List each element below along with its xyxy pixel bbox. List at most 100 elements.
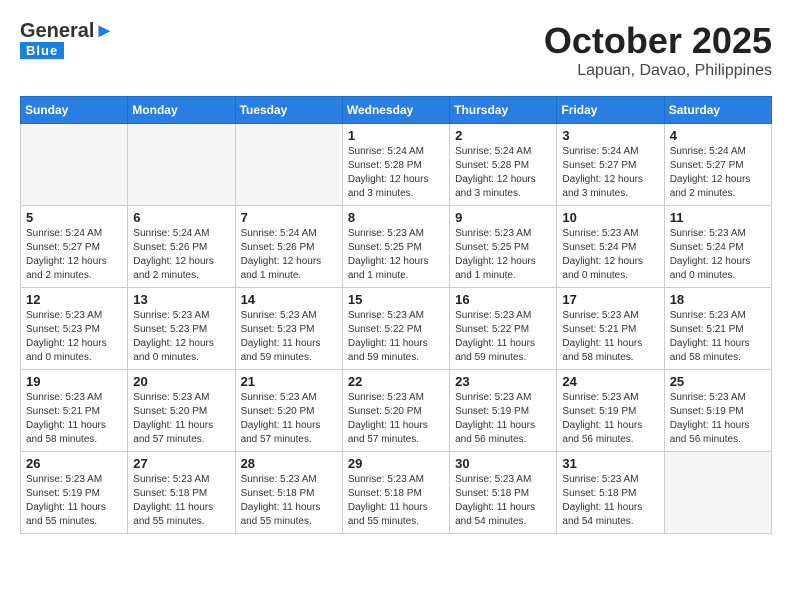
calendar-cell: 24 Sunrise: 5:23 AM Sunset: 5:19 PM Dayli… xyxy=(557,370,664,452)
calendar-cell: 21Sunrise: 5:23 AM Sunset: 5:20 PM Dayli… xyxy=(235,370,342,452)
day-info: Sunrise: 5:23 AM Sunset: 5:20 PM Dayligh… xyxy=(348,391,444,447)
day-info: Sunrise: 5:23 AM Sunset: 5:23 PM Dayligh… xyxy=(26,309,122,365)
day-info: Sunrise: 5:23 AM Sunset: 5:18 PM Dayligh… xyxy=(455,473,551,529)
calendar-cell xyxy=(21,124,128,206)
day-number: 10 xyxy=(562,210,658,225)
page-header: General► Blue October 2025 Lapuan, Davao… xyxy=(20,20,772,80)
calendar-week-2: 12 Sunrise: 5:23 AM Sunset: 5:23 PM Dayli… xyxy=(21,288,772,370)
day-info: Sunrise: 5:23 AM Sunset: 5:23 PM Dayligh… xyxy=(241,309,337,365)
calendar-cell: 20 Sunrise: 5:23 AM Sunset: 5:20 PM Dayli… xyxy=(128,370,235,452)
day-info: Sunrise: 5:24 AM Sunset: 5:27 PM Dayligh… xyxy=(26,227,122,283)
day-number: 1 xyxy=(348,128,444,143)
day-info: Sunrise: 5:24 AM Sunset: 5:26 PM Dayligh… xyxy=(241,227,337,283)
day-info: Sunrise: 5:24 AM Sunset: 5:26 PM Dayligh… xyxy=(133,227,229,283)
calendar-cell: 17Sunrise: 5:23 AM Sunset: 5:21 PM Dayli… xyxy=(557,288,664,370)
day-number: 18 xyxy=(670,292,766,307)
day-number: 5 xyxy=(26,210,122,225)
day-info: Sunrise: 5:23 AM Sunset: 5:19 PM Dayligh… xyxy=(670,391,766,447)
logo-blue-label: Blue xyxy=(20,42,64,59)
day-number: 30 xyxy=(455,456,551,471)
day-number: 11 xyxy=(670,210,766,225)
calendar-cell: 26 Sunrise: 5:23 AM Sunset: 5:19 PM Dayli… xyxy=(21,452,128,534)
day-info: Sunrise: 5:23 AM Sunset: 5:21 PM Dayligh… xyxy=(562,309,658,365)
day-number: 21 xyxy=(241,374,337,389)
calendar-cell: 13Sunrise: 5:23 AM Sunset: 5:23 PM Dayli… xyxy=(128,288,235,370)
day-info: Sunrise: 5:23 AM Sunset: 5:25 PM Dayligh… xyxy=(455,227,551,283)
calendar-body: 1 Sunrise: 5:24 AM Sunset: 5:28 PM Daylig… xyxy=(21,124,772,534)
calendar-cell: 12 Sunrise: 5:23 AM Sunset: 5:23 PM Dayli… xyxy=(21,288,128,370)
day-number: 19 xyxy=(26,374,122,389)
day-number: 16 xyxy=(455,292,551,307)
day-number: 2 xyxy=(455,128,551,143)
day-info: Sunrise: 5:23 AM Sunset: 5:19 PM Dayligh… xyxy=(562,391,658,447)
day-number: 13 xyxy=(133,292,229,307)
calendar-cell: 5 Sunrise: 5:24 AM Sunset: 5:27 PM Daylig… xyxy=(21,206,128,288)
logo-bird-shape: ► xyxy=(94,20,114,42)
calendar-cell: 2 Sunrise: 5:24 AM Sunset: 5:28 PM Daylig… xyxy=(450,124,557,206)
weekday-header-friday: Friday xyxy=(557,97,664,124)
title-area: October 2025 Lapuan, Davao, Philippines xyxy=(544,20,772,80)
calendar-cell: 19 Sunrise: 5:23 AM Sunset: 5:21 PM Dayli… xyxy=(21,370,128,452)
day-info: Sunrise: 5:23 AM Sunset: 5:18 PM Dayligh… xyxy=(562,473,658,529)
logo-general-text: General► xyxy=(20,20,114,42)
calendar-cell: 15Sunrise: 5:23 AM Sunset: 5:22 PM Dayli… xyxy=(342,288,449,370)
calendar-cell: 11 Sunrise: 5:23 AM Sunset: 5:24 PM Dayli… xyxy=(664,206,771,288)
calendar-cell: 9 Sunrise: 5:23 AM Sunset: 5:25 PM Daylig… xyxy=(450,206,557,288)
calendar-cell xyxy=(664,452,771,534)
day-number: 23 xyxy=(455,374,551,389)
day-info: Sunrise: 5:24 AM Sunset: 5:28 PM Dayligh… xyxy=(455,145,551,201)
day-info: Sunrise: 5:23 AM Sunset: 5:25 PM Dayligh… xyxy=(348,227,444,283)
calendar-week-1: 5 Sunrise: 5:24 AM Sunset: 5:27 PM Daylig… xyxy=(21,206,772,288)
day-number: 25 xyxy=(670,374,766,389)
day-number: 9 xyxy=(455,210,551,225)
calendar-cell: 30 Sunrise: 5:23 AM Sunset: 5:18 PM Dayli… xyxy=(450,452,557,534)
calendar-cell: 14Sunrise: 5:23 AM Sunset: 5:23 PM Dayli… xyxy=(235,288,342,370)
day-number: 15 xyxy=(348,292,444,307)
calendar-cell: 8 Sunrise: 5:23 AM Sunset: 5:25 PM Daylig… xyxy=(342,206,449,288)
weekday-header-monday: Monday xyxy=(128,97,235,124)
day-info: Sunrise: 5:23 AM Sunset: 5:24 PM Dayligh… xyxy=(562,227,658,283)
calendar-cell: 29 Sunrise: 5:23 AM Sunset: 5:18 PM Dayli… xyxy=(342,452,449,534)
calendar-cell xyxy=(235,124,342,206)
weekday-row: SundayMondayTuesdayWednesdayThursdayFrid… xyxy=(21,97,772,124)
day-number: 31 xyxy=(562,456,658,471)
day-info: Sunrise: 5:24 AM Sunset: 5:27 PM Dayligh… xyxy=(562,145,658,201)
day-info: Sunrise: 5:24 AM Sunset: 5:27 PM Dayligh… xyxy=(670,145,766,201)
day-number: 29 xyxy=(348,456,444,471)
calendar-week-4: 26 Sunrise: 5:23 AM Sunset: 5:19 PM Dayli… xyxy=(21,452,772,534)
day-number: 12 xyxy=(26,292,122,307)
weekday-header-sunday: Sunday xyxy=(21,97,128,124)
day-number: 27 xyxy=(133,456,229,471)
day-number: 6 xyxy=(133,210,229,225)
calendar-cell: 18Sunrise: 5:23 AM Sunset: 5:21 PM Dayli… xyxy=(664,288,771,370)
logo: General► Blue xyxy=(20,20,114,59)
calendar-cell: 28Sunrise: 5:23 AM Sunset: 5:18 PM Dayli… xyxy=(235,452,342,534)
day-info: Sunrise: 5:23 AM Sunset: 5:21 PM Dayligh… xyxy=(26,391,122,447)
day-info: Sunrise: 5:23 AM Sunset: 5:22 PM Dayligh… xyxy=(455,309,551,365)
day-number: 20 xyxy=(133,374,229,389)
day-info: Sunrise: 5:23 AM Sunset: 5:24 PM Dayligh… xyxy=(670,227,766,283)
day-number: 7 xyxy=(241,210,337,225)
calendar-cell xyxy=(128,124,235,206)
month-title: October 2025 xyxy=(544,20,772,62)
day-number: 3 xyxy=(562,128,658,143)
day-number: 24 xyxy=(562,374,658,389)
day-info: Sunrise: 5:24 AM Sunset: 5:28 PM Dayligh… xyxy=(348,145,444,201)
day-number: 8 xyxy=(348,210,444,225)
day-info: Sunrise: 5:23 AM Sunset: 5:20 PM Dayligh… xyxy=(133,391,229,447)
day-info: Sunrise: 5:23 AM Sunset: 5:18 PM Dayligh… xyxy=(348,473,444,529)
day-number: 28 xyxy=(241,456,337,471)
calendar-week-0: 1 Sunrise: 5:24 AM Sunset: 5:28 PM Daylig… xyxy=(21,124,772,206)
weekday-header-thursday: Thursday xyxy=(450,97,557,124)
calendar-cell: 25 Sunrise: 5:23 AM Sunset: 5:19 PM Dayli… xyxy=(664,370,771,452)
calendar-cell: 27 Sunrise: 5:23 AM Sunset: 5:18 PM Dayli… xyxy=(128,452,235,534)
calendar-table: SundayMondayTuesdayWednesdayThursdayFrid… xyxy=(20,96,772,534)
day-number: 26 xyxy=(26,456,122,471)
logo-bottom-row: Blue xyxy=(20,42,114,59)
calendar-cell: 23Sunrise: 5:23 AM Sunset: 5:19 PM Dayli… xyxy=(450,370,557,452)
day-info: Sunrise: 5:23 AM Sunset: 5:19 PM Dayligh… xyxy=(26,473,122,529)
calendar-cell: 16 Sunrise: 5:23 AM Sunset: 5:22 PM Dayli… xyxy=(450,288,557,370)
calendar-cell: 22Sunrise: 5:23 AM Sunset: 5:20 PM Dayli… xyxy=(342,370,449,452)
weekday-header-saturday: Saturday xyxy=(664,97,771,124)
day-info: Sunrise: 5:23 AM Sunset: 5:18 PM Dayligh… xyxy=(133,473,229,529)
